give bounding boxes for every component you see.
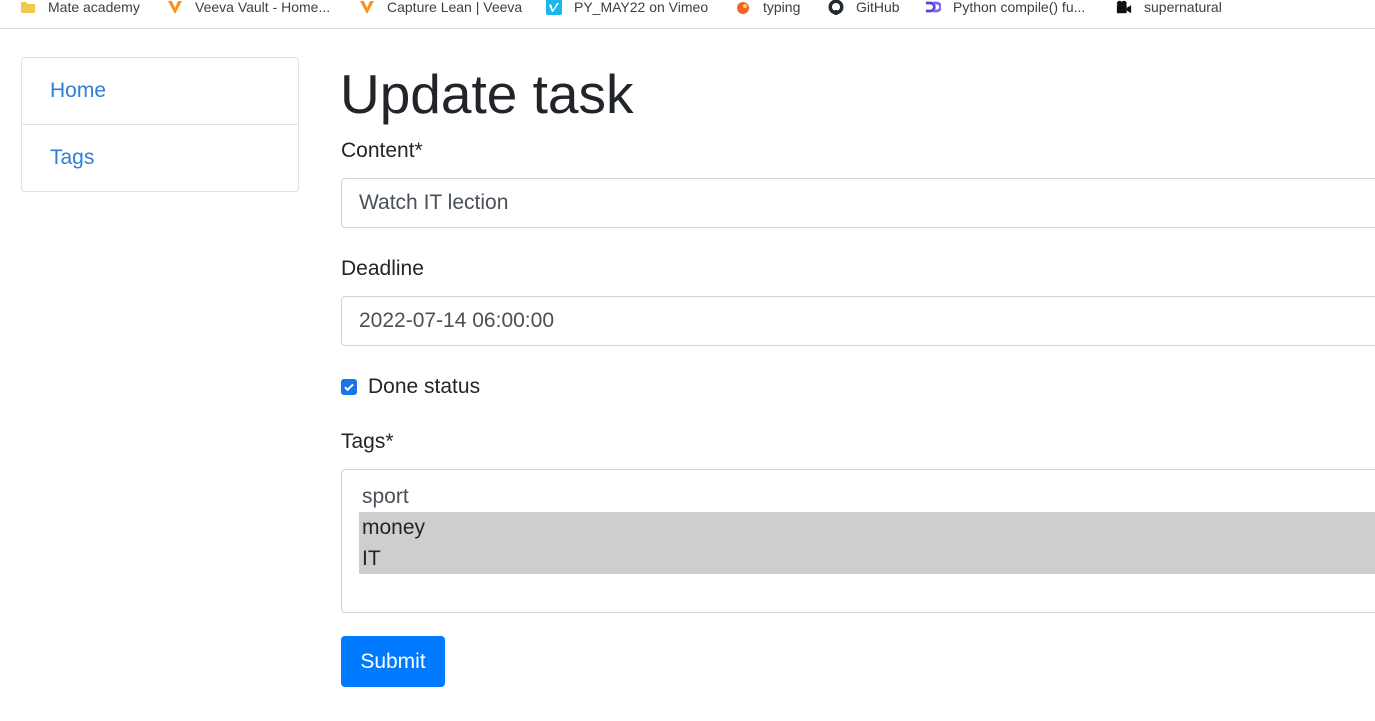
done-status-row: Done status: [341, 375, 480, 399]
page-title: Update task: [340, 63, 634, 125]
bookmarks-bar: Mate academy Veeva Vault - Home... Captu…: [0, 0, 1375, 29]
tag-option-money[interactable]: money: [359, 512, 1375, 543]
bookmark-label: PY_MAY22 on Vimeo: [574, 0, 709, 15]
done-status-label: Done status: [368, 375, 481, 398]
bookmark-typing[interactable]: typing: [735, 0, 800, 18]
veeva-icon: [167, 0, 183, 15]
sidebar-item-home[interactable]: Home: [22, 58, 298, 124]
bookmark-label: Veeva Vault - Home...: [195, 0, 331, 15]
deadline-input[interactable]: [341, 296, 1375, 346]
bookmark-label: supernatural: [1144, 0, 1222, 15]
camera-icon: [1116, 0, 1132, 15]
veeva-icon: [359, 0, 375, 15]
bookmark-label: typing: [763, 0, 801, 15]
submit-button[interactable]: Submit: [341, 636, 445, 687]
github-icon: [828, 0, 844, 15]
tags-multiselect[interactable]: sport money IT: [341, 469, 1375, 613]
checkmark-icon: [344, 383, 354, 392]
tag-option-sport[interactable]: sport: [359, 481, 1375, 512]
typing-icon: [735, 0, 751, 15]
site-icon: [925, 0, 941, 15]
bookmark-capture-lean[interactable]: Capture Lean | Veeva: [359, 0, 522, 18]
bookmark-veeva-vault[interactable]: Veeva Vault - Home...: [167, 0, 330, 18]
folder-icon: [20, 0, 36, 15]
content-label: Content*: [341, 139, 423, 162]
tags-label: Tags*: [341, 430, 394, 453]
done-status-checkbox[interactable]: [341, 379, 357, 395]
bookmark-mate-academy[interactable]: Mate academy: [20, 0, 140, 18]
bookmark-python-compile[interactable]: Python compile() fu...: [925, 0, 1085, 18]
bookmark-vimeo[interactable]: PY_MAY22 on Vimeo: [546, 0, 708, 18]
bookmark-label: GitHub: [856, 0, 900, 15]
bookmark-supernatural[interactable]: supernatural: [1116, 0, 1222, 18]
deadline-label: Deadline: [341, 257, 424, 280]
bookmark-label: Mate academy: [48, 0, 140, 15]
bookmark-label: Python compile() fu...: [953, 0, 1086, 15]
bookmark-github[interactable]: GitHub: [828, 0, 900, 18]
content-input[interactable]: [341, 178, 1375, 228]
vimeo-icon: [546, 0, 562, 15]
tag-option-it[interactable]: IT: [359, 543, 1375, 574]
sidebar-nav: Home Tags: [21, 57, 299, 192]
sidebar-item-tags[interactable]: Tags: [22, 124, 298, 191]
bookmark-label: Capture Lean | Veeva: [387, 0, 523, 15]
